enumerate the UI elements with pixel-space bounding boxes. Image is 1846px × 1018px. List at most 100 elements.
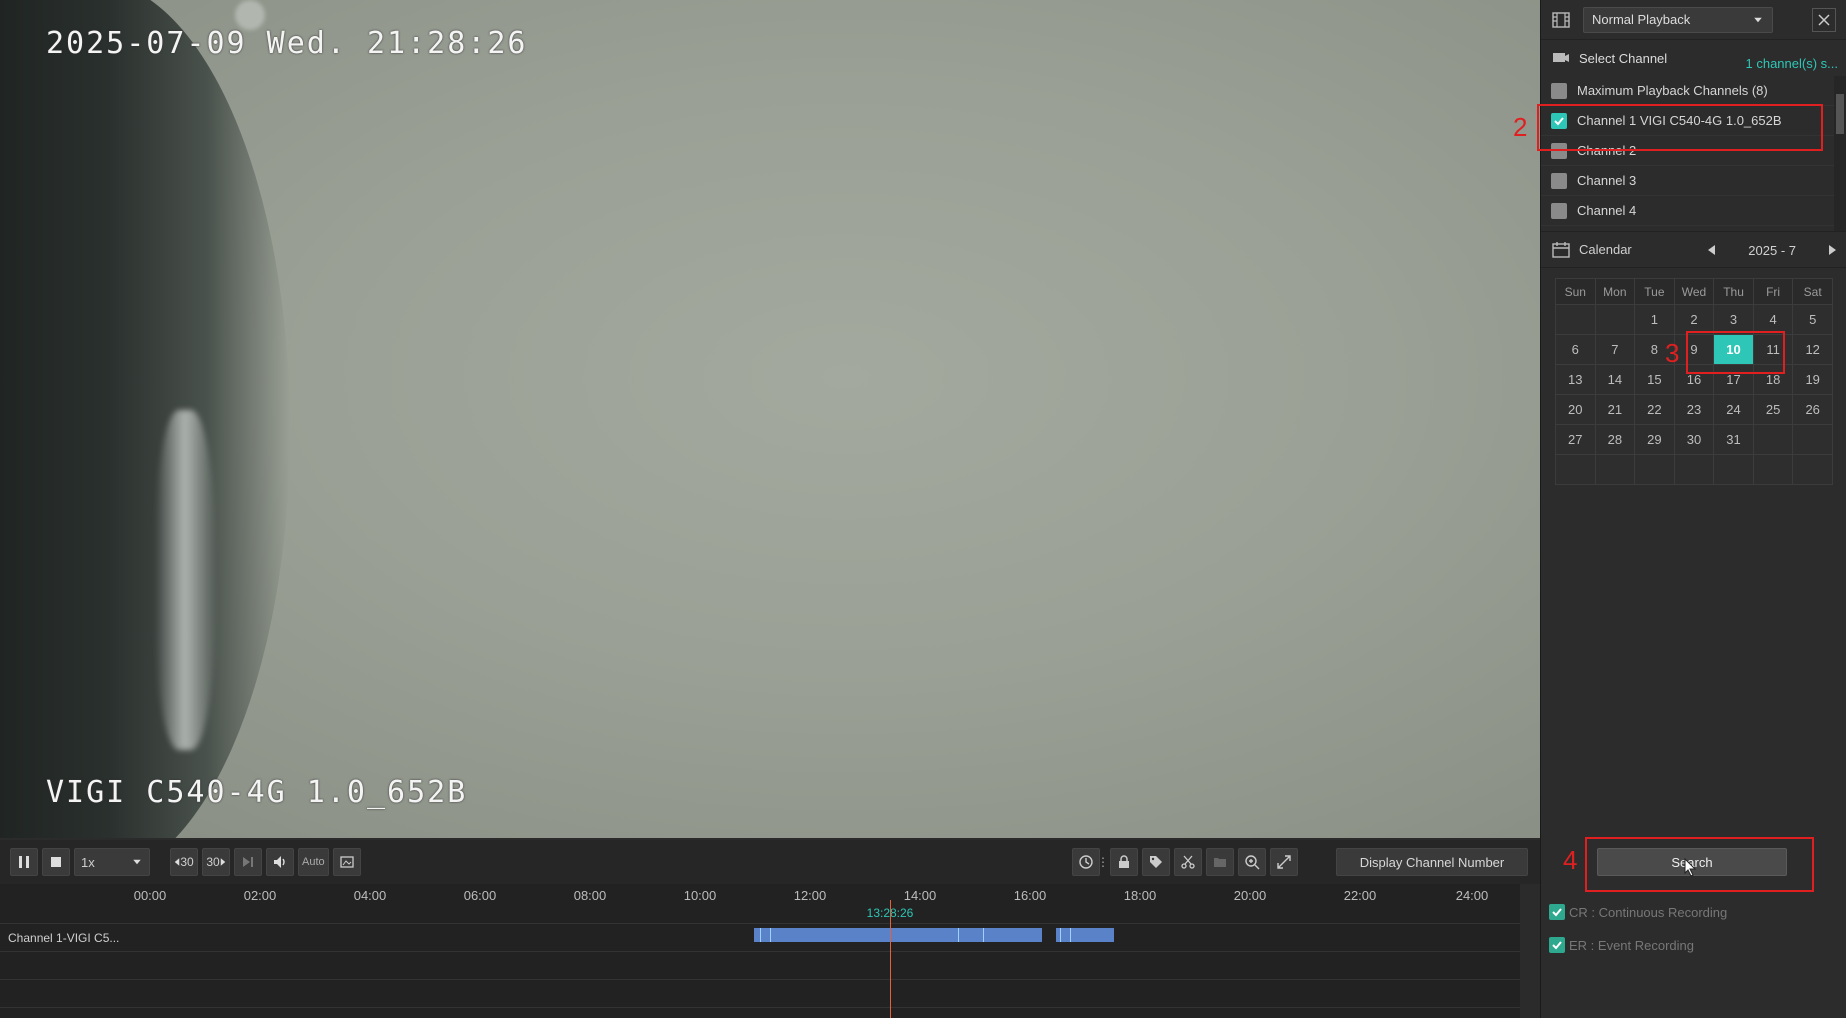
calendar-day[interactable]: 14 bbox=[1594, 364, 1636, 395]
calendar-day[interactable]: 21 bbox=[1594, 394, 1636, 425]
folder-button[interactable] bbox=[1206, 848, 1234, 876]
recording-segment[interactable] bbox=[1056, 928, 1114, 942]
clock-icon bbox=[1079, 855, 1093, 869]
stop-icon bbox=[51, 857, 61, 867]
calendar-day[interactable]: 27 bbox=[1555, 424, 1596, 455]
timeline-row-empty[interactable] bbox=[0, 980, 1520, 1008]
playback-mode-select[interactable]: Normal Playback bbox=[1583, 6, 1773, 33]
timeline-tick: 06:00 bbox=[463, 888, 497, 903]
calendar-day[interactable]: 2 bbox=[1673, 304, 1715, 335]
calendar-day[interactable]: 26 bbox=[1792, 394, 1833, 425]
calendar-day[interactable]: 6 bbox=[1555, 334, 1596, 365]
pause-icon bbox=[19, 856, 29, 868]
calendar-day[interactable]: 13 bbox=[1555, 364, 1596, 395]
calendar-day bbox=[1555, 454, 1596, 485]
volume-button[interactable] bbox=[266, 848, 294, 876]
checkbox[interactable] bbox=[1551, 82, 1567, 99]
channel-item-3[interactable]: Channel 3 bbox=[1541, 166, 1846, 196]
close-button[interactable] bbox=[1812, 8, 1836, 32]
channel-count: 1 channel(s) s... bbox=[1745, 56, 1839, 71]
more-dots-icon[interactable]: ⋮ bbox=[1097, 848, 1109, 876]
calendar-day[interactable]: 7 bbox=[1594, 334, 1636, 365]
lock-button[interactable] bbox=[1110, 848, 1138, 876]
forward-30-button[interactable]: 30 bbox=[202, 848, 230, 876]
video-viewport[interactable]: 2025-07-09 Wed. 21:28:26 VIGI C540-4G 1.… bbox=[0, 0, 1540, 838]
checkbox[interactable] bbox=[1551, 172, 1567, 189]
calendar-day[interactable]: 24 bbox=[1713, 394, 1754, 425]
calendar-day[interactable]: 4 bbox=[1752, 304, 1794, 335]
calendar-day[interactable]: 25 bbox=[1752, 394, 1794, 425]
timeline-ruler: 00:00 02:00 04:00 06:00 08:00 10:00 12:0… bbox=[0, 884, 1520, 924]
playback-mode-value: Normal Playback bbox=[1592, 12, 1691, 27]
timeline-playhead[interactable] bbox=[890, 900, 891, 1018]
stop-button[interactable] bbox=[42, 848, 70, 876]
annotation-number: 3 bbox=[1665, 338, 1680, 368]
timeline-row-label: Channel 1-VIGI C5... bbox=[8, 931, 120, 945]
legend-event-recording[interactable]: ER : Event Recording bbox=[1549, 937, 1694, 953]
channel-list-scrollbar[interactable] bbox=[1834, 76, 1846, 231]
speed-select[interactable]: 1x bbox=[74, 848, 150, 876]
channel-label: Channel 4 bbox=[1577, 203, 1637, 218]
playback-app: 2025-07-09 Wed. 21:28:26 VIGI C540-4G 1.… bbox=[0, 0, 1846, 1018]
calendar-day[interactable]: 31 bbox=[1713, 424, 1754, 455]
checkbox-checked[interactable] bbox=[1549, 937, 1565, 953]
rewind-label: 30 bbox=[180, 855, 194, 869]
timeline-row-empty[interactable] bbox=[0, 952, 1520, 980]
calendar-day[interactable]: 28 bbox=[1594, 424, 1636, 455]
calendar-day bbox=[1752, 424, 1794, 455]
channel-label: Channel 3 bbox=[1577, 173, 1637, 188]
prev-month-icon[interactable] bbox=[1706, 244, 1718, 256]
clip-button[interactable] bbox=[1174, 848, 1202, 876]
frame-step-button[interactable] bbox=[234, 848, 262, 876]
calendar-day[interactable]: 12 bbox=[1792, 334, 1833, 365]
folder-icon bbox=[1214, 858, 1226, 867]
checkbox-checked[interactable] bbox=[1549, 904, 1565, 920]
tag-button[interactable] bbox=[1142, 848, 1170, 876]
timeline-tick: 14:00 bbox=[903, 888, 937, 903]
calendar-day bbox=[1792, 424, 1833, 455]
weekday-label: Fri bbox=[1752, 278, 1794, 305]
display-channel-number-button[interactable]: Display Channel Number bbox=[1336, 848, 1528, 876]
pause-button[interactable] bbox=[10, 848, 38, 876]
calendar-day[interactable]: 19 bbox=[1792, 364, 1833, 395]
calendar-day[interactable]: 22 bbox=[1634, 394, 1675, 425]
calendar-day[interactable]: 15 bbox=[1634, 364, 1675, 395]
timeline-tick: 24:00 bbox=[1455, 888, 1489, 903]
auto-button[interactable]: Auto bbox=[298, 848, 329, 876]
calendar-day bbox=[1555, 304, 1596, 335]
scrollbar-thumb[interactable] bbox=[1836, 94, 1844, 134]
zoom-button[interactable] bbox=[1238, 848, 1266, 876]
timeline-tick: 02:00 bbox=[243, 888, 277, 903]
calendar-day bbox=[1792, 454, 1833, 485]
next-month-icon[interactable] bbox=[1826, 244, 1838, 256]
timer-button[interactable] bbox=[1072, 848, 1100, 876]
recording-segment[interactable] bbox=[754, 928, 1034, 942]
fullscreen-button[interactable] bbox=[1270, 848, 1298, 876]
legend-continuous-recording[interactable]: CR : Continuous Recording bbox=[1549, 904, 1727, 920]
checkbox[interactable] bbox=[1551, 202, 1567, 219]
calendar-day[interactable]: 20 bbox=[1555, 394, 1596, 425]
channel-item-max[interactable]: Maximum Playback Channels (8) bbox=[1541, 76, 1846, 106]
frame-step-icon bbox=[243, 857, 253, 867]
weekday-row: Sun Mon Tue Wed Thu Fri Sat bbox=[1555, 278, 1833, 305]
video-glare bbox=[155, 410, 215, 750]
calendar-day[interactable]: 23 bbox=[1673, 394, 1715, 425]
calendar-day[interactable]: 3 bbox=[1713, 304, 1754, 335]
calendar-day[interactable]: 29 bbox=[1634, 424, 1675, 455]
calendar-week: 1 2 3 4 5 bbox=[1555, 304, 1833, 335]
calendar-day[interactable]: 5 bbox=[1792, 304, 1833, 335]
image-settings-button[interactable] bbox=[332, 848, 361, 876]
timeline-tick: 12:00 bbox=[793, 888, 827, 903]
weekday-label: Thu bbox=[1713, 278, 1754, 305]
calendar-day bbox=[1673, 454, 1715, 485]
legend-label: ER : Event Recording bbox=[1569, 937, 1695, 953]
annotation-box-date bbox=[1686, 331, 1785, 374]
recording-segment[interactable] bbox=[1034, 928, 1042, 942]
calendar-day bbox=[1594, 304, 1636, 335]
rewind-30-button[interactable]: 30 bbox=[170, 848, 198, 876]
event-marker bbox=[760, 928, 761, 942]
calendar-day[interactable]: 1 bbox=[1634, 304, 1675, 335]
timeline[interactable]: 00:00 02:00 04:00 06:00 08:00 10:00 12:0… bbox=[0, 884, 1520, 1018]
channel-item-4[interactable]: Channel 4 bbox=[1541, 196, 1846, 226]
calendar-day[interactable]: 30 bbox=[1673, 424, 1715, 455]
